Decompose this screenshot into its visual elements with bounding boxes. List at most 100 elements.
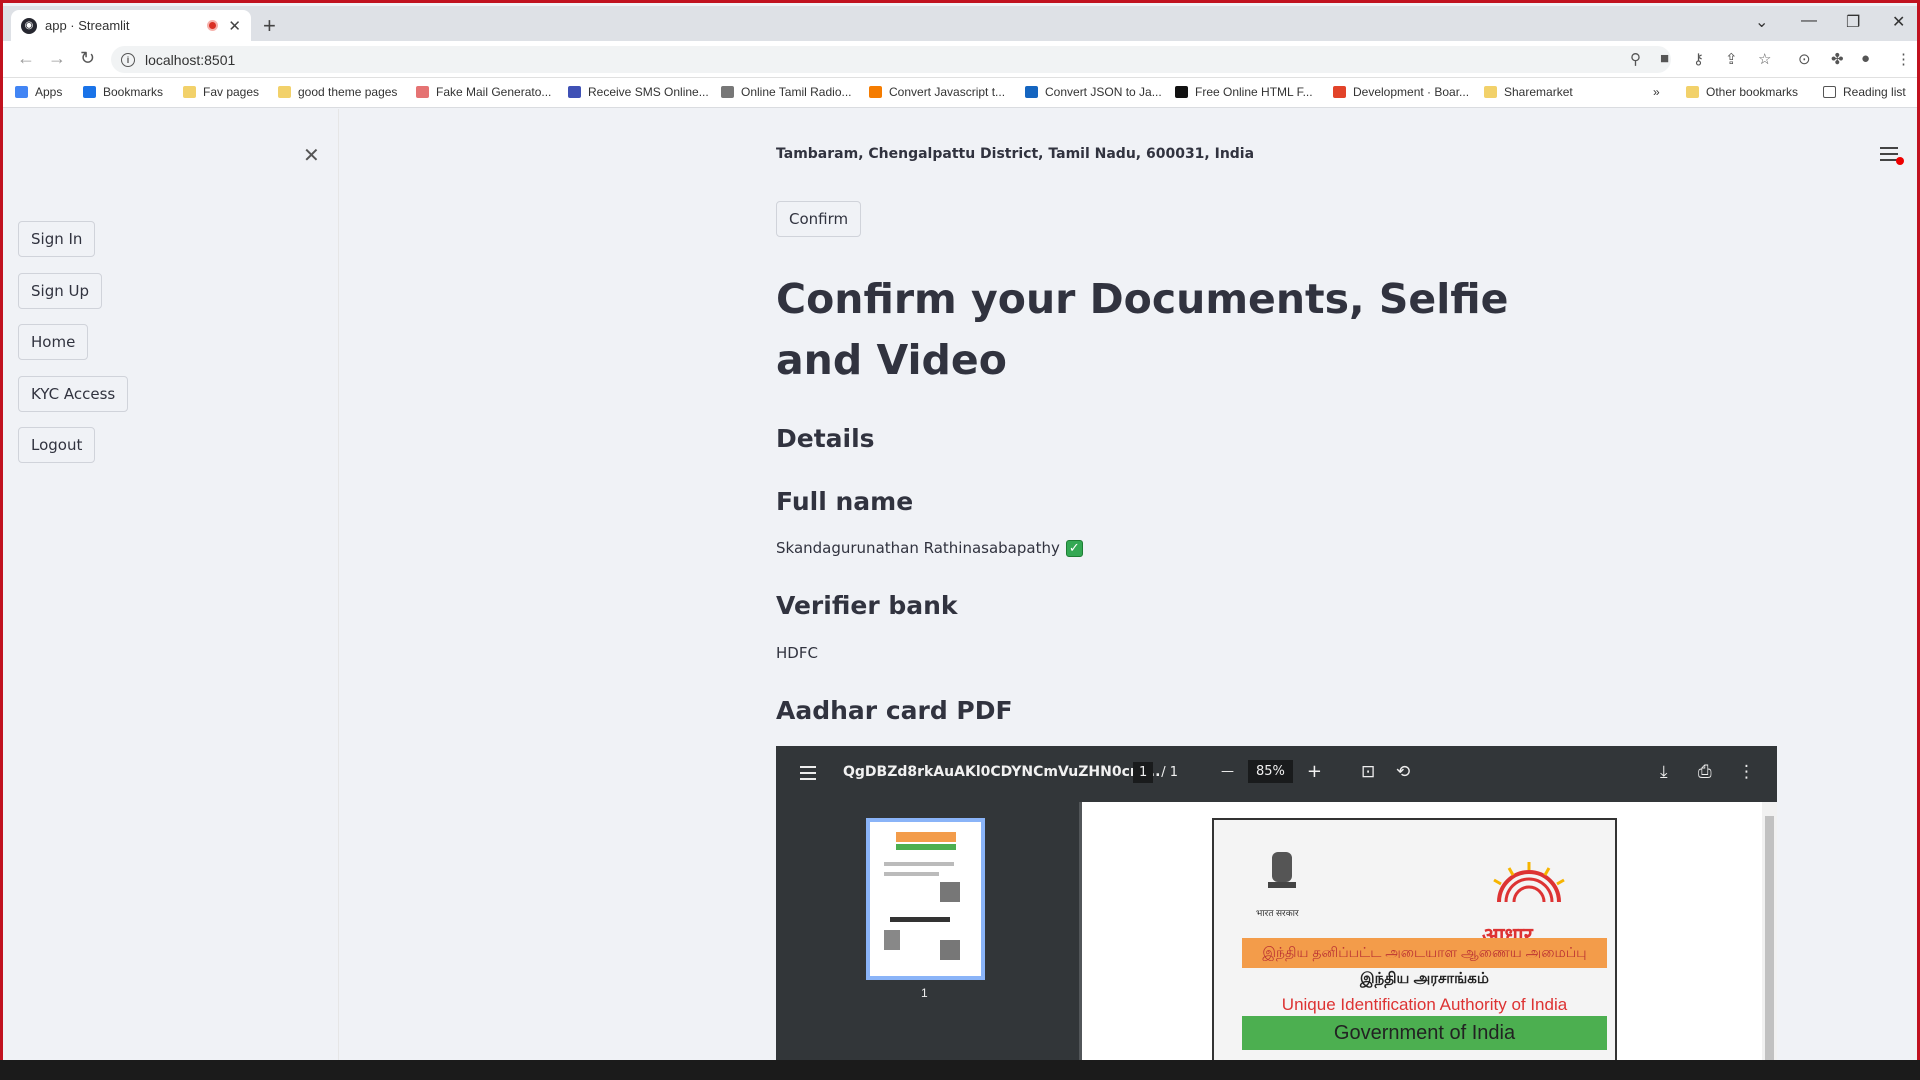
tab-title: app · Streamlit [45, 18, 130, 33]
pdf-page-total: / 1 [1161, 765, 1179, 780]
tab-close-icon[interactable]: ✕ [228, 17, 241, 35]
browser-toolbar: ← → ↻ i localhost:8501 ⚲ ■ ⚷ ⇪ ☆ ⊙ ✤ ● ⋮ [3, 41, 1917, 78]
kyc-access-button[interactable]: KYC Access [18, 376, 129, 412]
fullname-heading: Full name [776, 487, 914, 516]
restore-icon[interactable]: ❐ [1846, 12, 1860, 32]
bookmark-good-theme[interactable]: good theme pages [278, 85, 397, 99]
profile-avatar-icon[interactable]: ● [1861, 50, 1870, 67]
bookmark-bookmarks[interactable]: Bookmarks [83, 85, 163, 99]
uid-authority-text: Unique Identification Authority of India [1281, 995, 1568, 1014]
folder-icon [278, 86, 291, 98]
bookmark-label: Free Online HTML F... [1195, 85, 1313, 99]
site-info-icon[interactable]: i [121, 52, 135, 67]
new-tab-icon[interactable]: + [263, 13, 276, 39]
address-bar[interactable]: i localhost:8501 [111, 46, 1671, 73]
print-icon[interactable]: ⎙ [1698, 762, 1712, 782]
sign-in-button[interactable]: Sign In [18, 221, 96, 257]
bookmarks-bar: Apps Bookmarks Fav pages good theme page… [3, 78, 1917, 108]
sync-icon[interactable]: ⊙ [1798, 50, 1811, 68]
sign-up-button[interactable]: Sign Up [18, 273, 102, 309]
extensions-icon[interactable]: ✤ [1831, 50, 1844, 68]
pdf-scrollbar[interactable] [1762, 802, 1777, 1064]
window-close-icon[interactable]: ✕ [1892, 12, 1905, 32]
bookmark-sharemarket[interactable]: Sharemarket [1484, 85, 1573, 99]
pdf-more-icon[interactable]: ⋮ [1738, 762, 1755, 782]
national-emblem-icon [1268, 852, 1296, 888]
pdf-viewer[interactable]: QgDBZd8rkAuAKl0CDYNCmVuZHN0cm... 1 / 1 —… [776, 746, 1777, 1064]
bookmark-reading-list[interactable]: Reading list [1823, 85, 1906, 99]
pdf-zoom-controls: — 85% + [1221, 760, 1322, 783]
app-menu-icon[interactable] [1880, 147, 1904, 165]
authority-band-tamil: இந்திய தனிப்பட்ட அடையாள ஆணைய அமைப்பு [1242, 938, 1607, 968]
radio-icon [721, 86, 734, 98]
bookmark-label: Receive SMS Online... [588, 85, 709, 99]
camera-icon[interactable]: ■ [1660, 50, 1669, 67]
bookmark-html-formatter[interactable]: Free Online HTML F... [1175, 85, 1313, 99]
sidebar-close-icon[interactable]: ✕ [303, 143, 320, 168]
home-button[interactable]: Home [18, 324, 89, 360]
bookmark-label: Convert Javascript t... [889, 85, 1006, 99]
folder-icon [1484, 86, 1497, 98]
location-icon[interactable]: ⚲ [1630, 50, 1641, 68]
apps-grid-icon [15, 86, 28, 98]
fullname-value: Skandagurunathan Rathinasabapathy [776, 539, 1060, 557]
pdf-sidebar-menu-icon[interactable] [800, 766, 816, 784]
bookmark-label: Other bookmarks [1706, 85, 1799, 99]
bookmark-star-icon[interactable]: ☆ [1758, 50, 1771, 68]
minimize-icon[interactable]: — [1801, 12, 1817, 30]
page-title: Confirm your Documents, Selfie and Video [776, 275, 1509, 384]
back-icon[interactable]: ← [17, 48, 35, 69]
pdf-thumbnail-panel: 1 [776, 802, 1079, 1064]
reload-icon[interactable]: ↻ [80, 48, 95, 69]
forward-icon[interactable]: → [48, 48, 66, 69]
sidebar: ✕ Sign In Sign Up Home KYC Access Logout [6, 109, 339, 1064]
bookmarks-overflow-icon[interactable]: » [1653, 85, 1660, 99]
bookmark-label: Sharemarket [1504, 85, 1573, 99]
folder-icon [1686, 86, 1699, 98]
reading-list-icon [1823, 86, 1836, 98]
pdf-page-thumbnail[interactable] [866, 818, 985, 980]
recording-dot-icon [1896, 157, 1904, 165]
bookmark-label: Fav pages [203, 85, 260, 99]
bookmark-convert-json[interactable]: Convert JSON to Ja... [1025, 85, 1162, 99]
pdf-page-input[interactable]: 1 [1133, 762, 1154, 783]
bookmark-label: Convert JSON to Ja... [1045, 85, 1162, 99]
share-icon[interactable]: ⇪ [1725, 50, 1738, 68]
aadhaar-card-image: भारत सरकार आधार இந்திய தனிப்பட்ட அடையாள … [1212, 818, 1617, 1064]
zoom-out-icon[interactable]: — [1221, 764, 1234, 779]
key-icon[interactable]: ⚷ [1693, 50, 1704, 68]
bookmark-development[interactable]: Development · Boar... [1333, 85, 1469, 99]
tab-search-icon[interactable]: ⌄ [1755, 12, 1768, 32]
fit-page-icon[interactable]: ⊡ [1361, 762, 1375, 782]
gitlab-icon [1333, 86, 1346, 98]
bookmark-fav-pages[interactable]: Fav pages [183, 85, 259, 99]
bookmark-fake-mail[interactable]: Fake Mail Generato... [416, 85, 551, 99]
bookmark-label: Reading list [1843, 85, 1906, 99]
star-icon [83, 86, 96, 98]
logout-button[interactable]: Logout [18, 427, 96, 463]
confirm-button[interactable]: Confirm [776, 201, 862, 237]
main-content: Tambaram, Chengalpattu District, Tamil N… [340, 109, 1917, 1064]
bookmark-label: Bookmarks [103, 85, 164, 99]
c-logo-icon [1025, 86, 1038, 98]
streamlit-favicon-icon: ◉ [21, 17, 37, 34]
zoom-level-input[interactable]: 85% [1248, 760, 1293, 783]
bookmark-receive-sms[interactable]: Receive SMS Online... [568, 85, 709, 99]
bookmark-apps[interactable]: Apps [15, 85, 62, 99]
browser-tab[interactable]: ◉ app · Streamlit ✕ [11, 10, 251, 41]
download-icon[interactable]: ⤓ [1660, 762, 1668, 782]
fullname-row: Skandagurunathan Rathinasabapathy ✓ [776, 539, 1083, 557]
browser-menu-icon[interactable]: ⋮ [1896, 50, 1911, 68]
thumbnail-page-number: 1 [921, 986, 928, 1000]
govt-of-india-band: Government of India [1242, 1016, 1607, 1050]
bookmark-convert-js[interactable]: Convert Javascript t... [869, 85, 1005, 99]
bookmark-tamil-radio[interactable]: Online Tamil Radio... [721, 85, 852, 99]
recording-indicator-icon [207, 20, 219, 31]
address-text: localhost:8501 [145, 51, 236, 68]
rotate-icon[interactable]: ⟲ [1396, 762, 1410, 782]
verifier-value: HDFC [776, 644, 818, 662]
zoom-in-icon[interactable]: + [1307, 761, 1322, 782]
convert-icon [869, 86, 882, 98]
bookmark-other[interactable]: Other bookmarks [1686, 85, 1798, 99]
checkmark-icon: ✓ [1065, 539, 1083, 557]
